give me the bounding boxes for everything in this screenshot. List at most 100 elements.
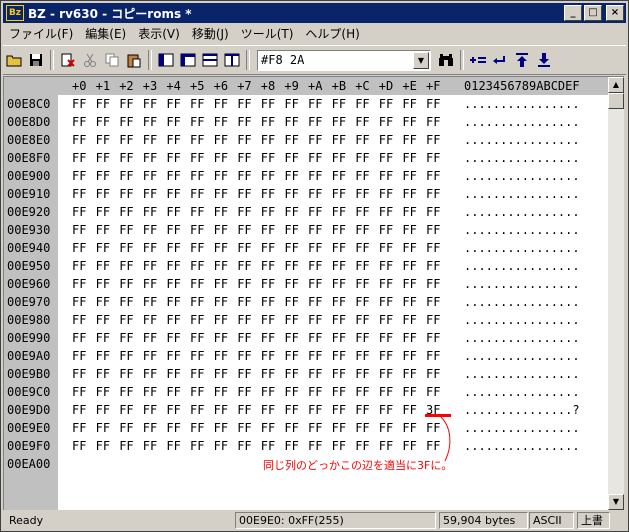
ascii-text[interactable]: ................ [464, 347, 580, 365]
hex-byte[interactable]: FF [284, 401, 298, 419]
hex-byte[interactable]: FF [190, 365, 204, 383]
hex-byte[interactable]: FF [355, 257, 369, 275]
ascii-text[interactable]: ...............? [464, 401, 580, 419]
hex-byte[interactable]: FF [332, 329, 346, 347]
hex-byte[interactable]: FF [119, 203, 133, 221]
ascii-text[interactable]: ................ [464, 167, 580, 185]
hex-byte[interactable]: FF [237, 347, 251, 365]
hex-byte[interactable]: FF [96, 149, 110, 167]
hex-byte[interactable]: FF [214, 275, 228, 293]
hex-byte[interactable]: FF [308, 95, 322, 113]
hex-byte[interactable]: FF [379, 419, 393, 437]
hex-byte[interactable]: FF [426, 239, 440, 257]
hex-byte[interactable]: FF [332, 419, 346, 437]
ascii-text[interactable]: ................ [464, 221, 580, 239]
hex-byte[interactable]: FF [119, 167, 133, 185]
hex-byte[interactable]: FF [214, 329, 228, 347]
hex-byte[interactable]: FF [119, 293, 133, 311]
return-icon[interactable] [489, 49, 511, 71]
hex-byte[interactable]: FF [332, 203, 346, 221]
scroll-up-button[interactable]: ▲ [608, 77, 624, 93]
hex-byte[interactable]: FF [379, 329, 393, 347]
hex-byte[interactable]: FF [261, 401, 275, 419]
hex-byte[interactable]: FF [96, 365, 110, 383]
hex-byte[interactable]: FF [379, 347, 393, 365]
hex-byte[interactable]: FF [166, 365, 180, 383]
hex-byte[interactable]: FF [284, 311, 298, 329]
hex-byte[interactable]: FF [166, 221, 180, 239]
hex-byte[interactable]: FF [119, 383, 133, 401]
hex-byte[interactable]: FF [426, 293, 440, 311]
hex-byte[interactable]: FF [402, 347, 416, 365]
hex-byte[interactable]: FF [72, 401, 86, 419]
hex-byte[interactable]: FF [261, 131, 275, 149]
hex-byte[interactable]: FF [426, 167, 440, 185]
hex-byte[interactable]: FF [355, 293, 369, 311]
hex-byte[interactable]: FF [379, 257, 393, 275]
hex-byte[interactable]: FF [143, 131, 157, 149]
jump-top-icon[interactable] [511, 49, 533, 71]
hex-byte[interactable]: FF [379, 239, 393, 257]
hex-byte[interactable]: FF [166, 311, 180, 329]
hex-byte[interactable]: FF [261, 221, 275, 239]
ascii-text[interactable]: ................ [464, 293, 580, 311]
hex-byte[interactable]: FF [190, 185, 204, 203]
scroll-thumb[interactable] [608, 93, 624, 109]
hex-byte[interactable]: FF [190, 401, 204, 419]
hex-byte[interactable]: FF [308, 365, 322, 383]
hex-byte[interactable]: FF [308, 329, 322, 347]
hex-byte[interactable]: FF [143, 95, 157, 113]
hex-byte[interactable]: FF [379, 383, 393, 401]
hex-byte[interactable]: FF [72, 131, 86, 149]
hex-byte[interactable]: FF [119, 347, 133, 365]
hex-byte[interactable]: FF [190, 95, 204, 113]
hex-byte[interactable]: FF [402, 257, 416, 275]
hex-byte[interactable]: FF [284, 221, 298, 239]
hex-byte[interactable]: FF [214, 185, 228, 203]
ascii-text[interactable]: ................ [464, 149, 580, 167]
hex-byte[interactable]: FF [214, 401, 228, 419]
menu-tools[interactable]: ツール(T) [235, 25, 300, 42]
hex-byte[interactable]: FF [119, 221, 133, 239]
hex-byte[interactable]: FF [214, 203, 228, 221]
hex-byte[interactable]: FF [214, 383, 228, 401]
hex-byte[interactable]: FF [119, 365, 133, 383]
hex-byte[interactable]: FF [143, 365, 157, 383]
hex-byte[interactable]: FF [166, 185, 180, 203]
hex-byte[interactable]: FF [308, 347, 322, 365]
hex-byte[interactable]: FF [119, 401, 133, 419]
hex-byte[interactable]: FF [308, 419, 322, 437]
menu-help[interactable]: ヘルプ(H) [299, 25, 365, 42]
hex-byte[interactable]: FF [72, 221, 86, 239]
hex-byte[interactable]: FF [332, 311, 346, 329]
hex-byte[interactable]: FF [402, 203, 416, 221]
hex-byte[interactable]: FF [355, 167, 369, 185]
view1-icon[interactable] [155, 49, 177, 71]
hex-byte[interactable]: FF [119, 95, 133, 113]
hex-byte[interactable]: FF [143, 203, 157, 221]
hex-byte[interactable]: FF [72, 95, 86, 113]
hex-byte[interactable]: FF [402, 311, 416, 329]
close-button[interactable]: × [606, 5, 624, 21]
hex-byte[interactable]: FF [261, 239, 275, 257]
hex-byte[interactable]: FF [119, 329, 133, 347]
hex-byte[interactable]: FF [402, 275, 416, 293]
hex-byte[interactable]: FF [261, 347, 275, 365]
hex-byte[interactable]: FF [379, 167, 393, 185]
ascii-text[interactable]: ................ [464, 437, 580, 455]
hex-byte[interactable]: FF [261, 257, 275, 275]
hex-byte[interactable]: FF [355, 383, 369, 401]
hex-byte[interactable]: FF [166, 239, 180, 257]
hex-byte[interactable]: FF [72, 365, 86, 383]
hex-byte[interactable]: FF [261, 203, 275, 221]
hex-byte[interactable]: FF [426, 113, 440, 131]
hex-byte[interactable]: FF [261, 275, 275, 293]
hex-byte[interactable]: FF [402, 329, 416, 347]
hex-byte[interactable]: FF [72, 257, 86, 275]
hex-byte[interactable]: FF [96, 293, 110, 311]
hex-byte[interactable]: FF [284, 149, 298, 167]
hex-byte[interactable]: FF [166, 437, 180, 455]
hex-byte[interactable]: FF [332, 167, 346, 185]
hex-byte[interactable]: FF [284, 275, 298, 293]
hex-byte[interactable]: FF [96, 401, 110, 419]
